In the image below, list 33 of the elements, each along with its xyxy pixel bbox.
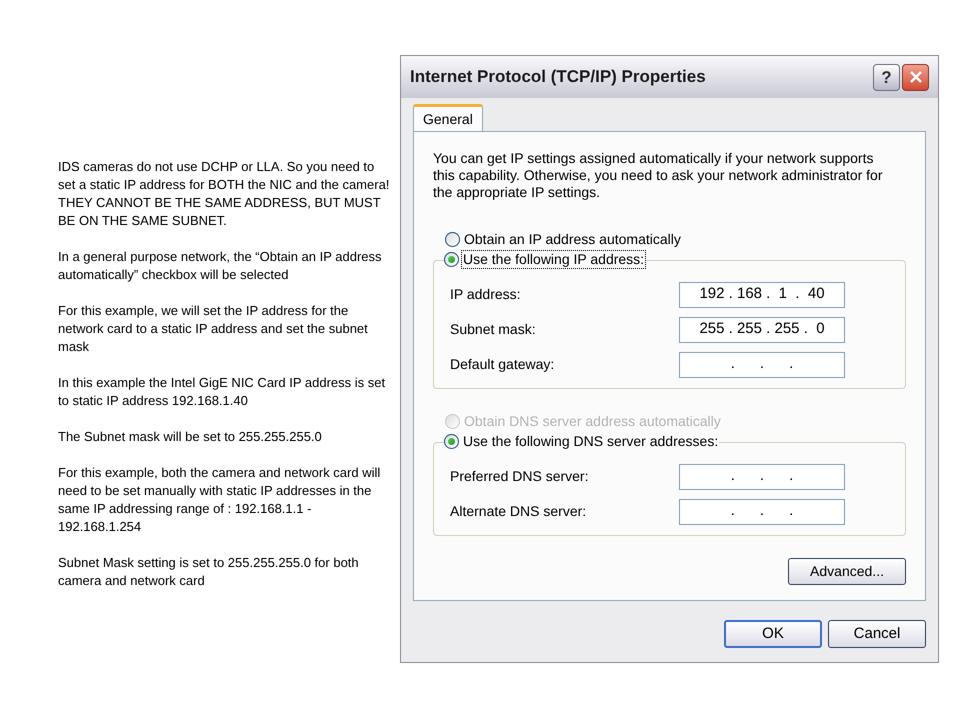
radio-label: Use the following IP address: bbox=[462, 251, 646, 268]
radio-button[interactable] bbox=[445, 232, 460, 247]
intro-text: You can get IP settings assigned automatically if your network supports this capability. Otherwise, you need to ask your network administrator for the appropriate IP settings. bbox=[433, 150, 884, 201]
window-title: Internet Protocol (TCP/IP) Properties bbox=[410, 66, 706, 88]
field-label: Default gateway: bbox=[450, 355, 554, 374]
ip-address-field[interactable]: . . . bbox=[679, 498, 845, 524]
note-paragraph: For this example, both the camera and network card will need to be set manually with static IP addresses in the same IP addressing range of : 192.168.1.1 - 192.168.1.254 bbox=[58, 464, 382, 536]
ip-address-field[interactable]: 255 . 255 . 255 . 0 bbox=[679, 316, 845, 342]
radio-label: Use the following DNS server addresses: bbox=[462, 433, 720, 450]
note-paragraph: Subnet Mask setting is set to 255.255.255.0 for both camera and network card bbox=[58, 554, 360, 590]
dialog-button[interactable]: OK bbox=[724, 620, 822, 648]
radio-button[interactable] bbox=[444, 434, 459, 449]
ip-address-field[interactable]: 192 . 168 . 1 . 40 bbox=[679, 282, 845, 308]
radio-label: Obtain DNS server address automatically bbox=[463, 413, 722, 430]
field-label: IP address: bbox=[450, 285, 521, 304]
ip-address-field[interactable]: . . . bbox=[679, 352, 845, 378]
close-button[interactable] bbox=[902, 64, 929, 90]
note-paragraph: For this example, we will set the IP address for the network card to a static IP address and set the subnet mask bbox=[58, 302, 369, 356]
ip-address-field[interactable]: . . . bbox=[679, 464, 845, 490]
radio-button[interactable] bbox=[444, 252, 459, 267]
field-label: Alternate DNS server: bbox=[450, 502, 586, 521]
field-label: Preferred DNS server: bbox=[450, 467, 588, 486]
field-label: Subnet mask: bbox=[450, 320, 536, 339]
note-paragraph: The Subnet mask will be set to 255.255.255.0 bbox=[58, 428, 323, 446]
radio-label: Obtain an IP address automatically bbox=[463, 231, 682, 248]
note-paragraph: In this example the Intel GigE NIC Card IP address is set to static IP address 192.168.1.40 bbox=[58, 374, 386, 410]
close-icon bbox=[908, 69, 924, 85]
advanced-button[interactable]: Advanced... bbox=[788, 558, 906, 585]
dialog-button[interactable]: Cancel bbox=[828, 620, 926, 648]
note-paragraph: In a general purpose network, the “Obtain an IP address automatically” checkbox will be selected bbox=[58, 248, 383, 284]
note-paragraph: IDS cameras do not use DCHP or LLA. So you need to set a static IP address for BOTH the NIC and the camera! THEY CANNOT BE THE SAME ADDRESS, BUT MUST BE ON THE SAME SUBNET. bbox=[58, 158, 390, 230]
tab[interactable]: General bbox=[413, 104, 483, 132]
help-button[interactable]: ? bbox=[873, 64, 900, 90]
